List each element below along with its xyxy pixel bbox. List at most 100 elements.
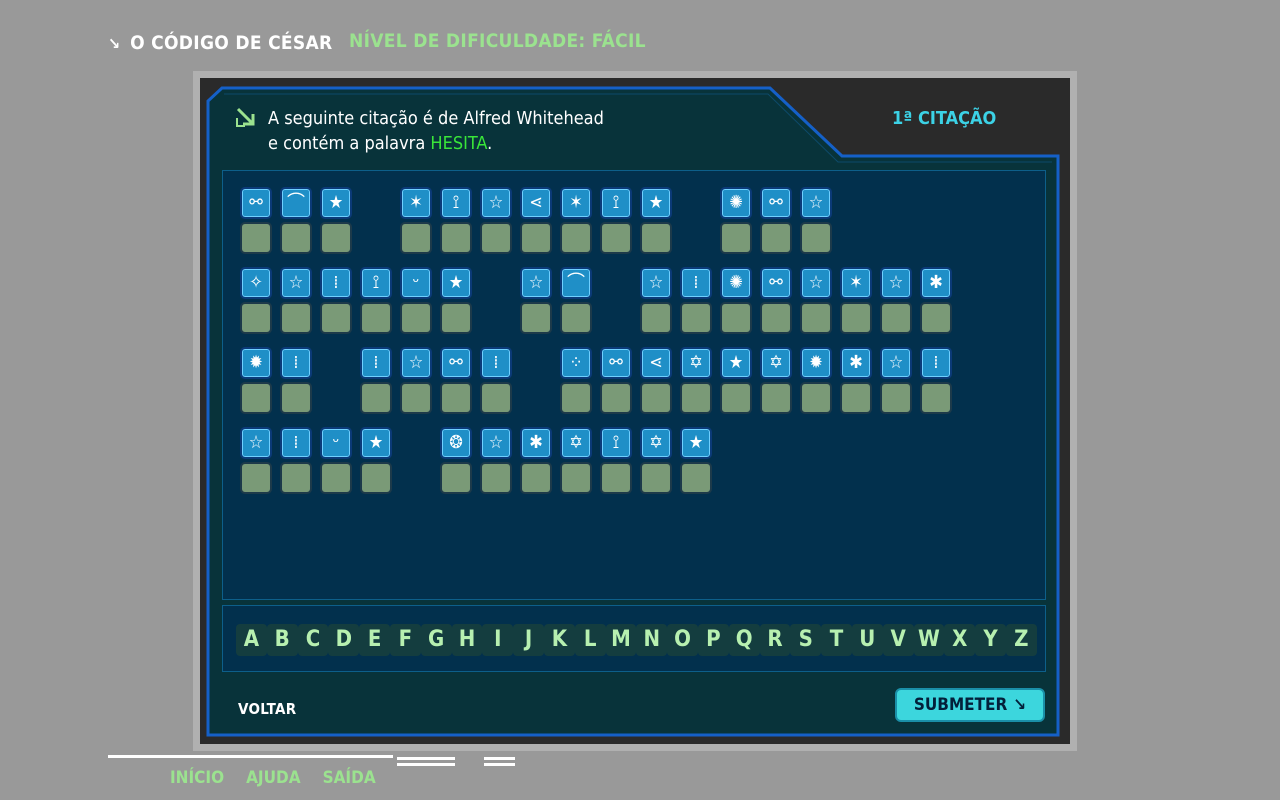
answer-slot[interactable] — [480, 382, 512, 414]
letter-key[interactable]: F — [389, 624, 421, 656]
letter-key[interactable]: L — [574, 624, 606, 656]
letter-key[interactable]: C — [297, 624, 329, 656]
answer-slot[interactable] — [920, 382, 952, 414]
star5o-icon: ☆ — [880, 267, 912, 299]
letter-key[interactable]: K — [543, 624, 575, 656]
answer-slot[interactable] — [240, 462, 272, 494]
answer-slot[interactable] — [840, 302, 872, 334]
answer-slot[interactable] — [840, 382, 872, 414]
answer-slot[interactable] — [880, 302, 912, 334]
answer-slot[interactable] — [240, 222, 272, 254]
letter-key[interactable]: J — [513, 624, 544, 656]
answer-slot[interactable] — [720, 222, 752, 254]
cipher-cell: ✺ — [720, 267, 752, 334]
answer-slot[interactable] — [400, 222, 432, 254]
answer-slot[interactable] — [680, 462, 712, 494]
answer-slot[interactable] — [280, 382, 312, 414]
letter-key[interactable]: I — [482, 624, 514, 656]
answer-slot[interactable] — [600, 382, 632, 414]
answer-slot[interactable] — [640, 302, 672, 334]
answer-slot[interactable] — [280, 302, 312, 334]
answer-slot[interactable] — [240, 302, 272, 334]
answer-slot[interactable] — [400, 302, 432, 334]
cipher-cell: ☆ — [240, 427, 272, 494]
letter-key[interactable]: H — [451, 624, 483, 656]
star5-icon: ★ — [320, 187, 352, 219]
answer-slot[interactable] — [800, 382, 832, 414]
letter-key[interactable]: Z — [1005, 624, 1037, 656]
letter-key[interactable]: V — [882, 624, 914, 656]
letter-key[interactable]: O — [667, 624, 698, 656]
branch-icon: ⟟ — [440, 187, 472, 219]
answer-slot[interactable] — [560, 382, 592, 414]
answer-slot[interactable] — [760, 302, 792, 334]
link-v-icon: ⁞ — [280, 347, 312, 379]
answer-slot[interactable] — [800, 222, 832, 254]
letter-key[interactable]: W — [913, 624, 945, 656]
footer-nav: INÍCIO AJUDA SAÍDA — [170, 768, 376, 788]
letter-key[interactable]: R — [759, 624, 791, 656]
answer-slot[interactable] — [360, 302, 392, 334]
letter-key[interactable]: S — [790, 624, 822, 656]
answer-slot[interactable] — [280, 222, 312, 254]
star6-icon: ✶ — [560, 187, 592, 219]
answer-slot[interactable] — [760, 382, 792, 414]
answer-slot[interactable] — [440, 382, 472, 414]
answer-slot[interactable] — [440, 222, 472, 254]
answer-slot[interactable] — [320, 302, 352, 334]
answer-slot[interactable] — [520, 462, 552, 494]
link-h-icon: ⚯ — [440, 347, 472, 379]
submit-button[interactable]: SUBMETER ↘ — [895, 688, 1045, 722]
back-button[interactable]: VOLTAR — [238, 700, 296, 718]
answer-slot[interactable] — [880, 382, 912, 414]
answer-slot[interactable] — [520, 222, 552, 254]
letter-key[interactable]: D — [328, 624, 360, 656]
answer-slot[interactable] — [560, 462, 592, 494]
letter-key[interactable]: E — [359, 624, 390, 656]
nav-home[interactable]: INÍCIO — [170, 768, 224, 788]
answer-slot[interactable] — [560, 222, 592, 254]
letter-key[interactable]: T — [821, 624, 852, 656]
letter-key[interactable]: M — [605, 624, 637, 656]
answer-slot[interactable] — [320, 222, 352, 254]
answer-slot[interactable] — [640, 222, 672, 254]
answer-slot[interactable] — [640, 382, 672, 414]
answer-slot[interactable] — [560, 302, 592, 334]
answer-slot[interactable] — [320, 462, 352, 494]
answer-slot[interactable] — [600, 462, 632, 494]
answer-slot[interactable] — [800, 302, 832, 334]
star5o-icon: ☆ — [480, 187, 512, 219]
answer-slot[interactable] — [600, 222, 632, 254]
answer-slot[interactable] — [240, 382, 272, 414]
letter-key[interactable]: X — [944, 624, 976, 656]
answer-slot[interactable] — [400, 382, 432, 414]
nav-help[interactable]: AJUDA — [246, 768, 300, 788]
letter-key[interactable]: P — [697, 624, 729, 656]
answer-slot[interactable] — [720, 302, 752, 334]
answer-slot[interactable] — [360, 462, 392, 494]
answer-slot[interactable] — [480, 222, 512, 254]
burst-icon: ✺ — [720, 267, 752, 299]
letter-key[interactable]: U — [851, 624, 883, 656]
answer-slot[interactable] — [440, 462, 472, 494]
answer-slot[interactable] — [520, 302, 552, 334]
letter-key[interactable]: A — [236, 624, 267, 656]
answer-slot[interactable] — [360, 382, 392, 414]
answer-slot[interactable] — [280, 462, 312, 494]
answer-slot[interactable] — [680, 302, 712, 334]
answer-slot[interactable] — [920, 302, 952, 334]
answer-slot[interactable] — [640, 462, 672, 494]
letter-key[interactable]: B — [266, 624, 298, 656]
cipher-cell: ⁞ — [920, 347, 952, 414]
cipher-cell: ★ — [360, 427, 392, 494]
letter-key[interactable]: N — [636, 624, 668, 656]
answer-slot[interactable] — [680, 382, 712, 414]
answer-slot[interactable] — [440, 302, 472, 334]
letter-key[interactable]: Y — [975, 624, 1006, 656]
answer-slot[interactable] — [480, 462, 512, 494]
letter-key[interactable]: G — [420, 624, 452, 656]
nav-exit[interactable]: SAÍDA — [323, 768, 376, 788]
letter-key[interactable]: Q — [728, 624, 760, 656]
answer-slot[interactable] — [760, 222, 792, 254]
answer-slot[interactable] — [720, 382, 752, 414]
